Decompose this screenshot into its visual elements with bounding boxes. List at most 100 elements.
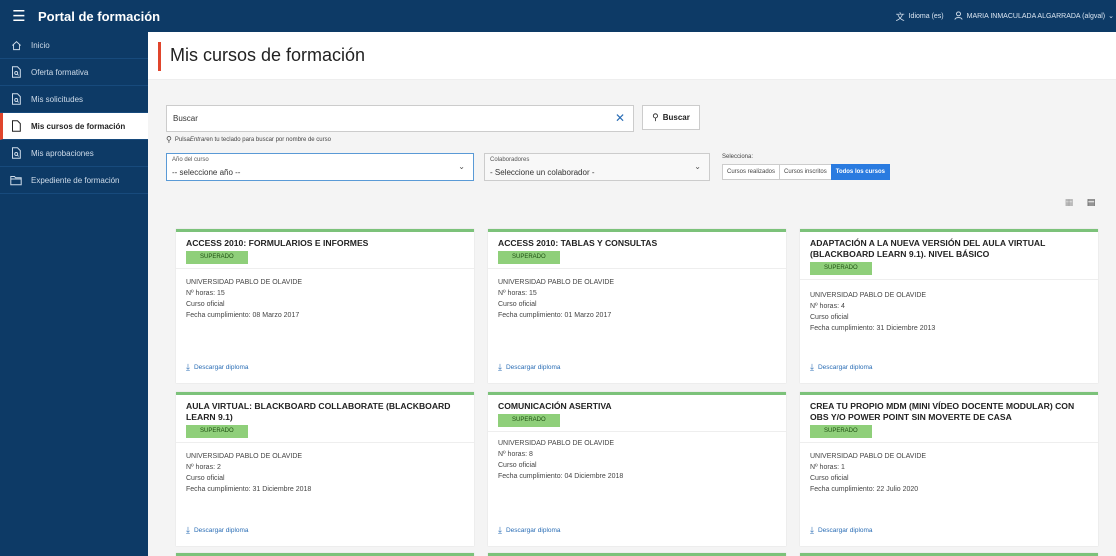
course-type: Curso oficial [810, 314, 849, 321]
download-icon: ⤓ [810, 362, 814, 372]
year-select-label: Año del curso [172, 157, 209, 163]
sidebar-item-label: Mis solicitudes [31, 94, 84, 104]
course-date: Fecha cumplimiento: 08 Marzo 2017 [186, 312, 300, 319]
collaborator-select-label: Colaboradores [490, 157, 530, 163]
course-type: Curso oficial [810, 475, 849, 482]
course-hours: Nº horas: 15 [498, 290, 537, 297]
user-menu[interactable]: MARIA INMACULADA ALGARRADA (algval) ⌄ [954, 10, 1114, 22]
language-label: Idioma (es) [908, 12, 944, 20]
hamburger-menu-icon[interactable]: ☰ [0, 0, 38, 32]
table-view-icon[interactable]: ▤ [1080, 192, 1102, 214]
course-date: Fecha cumplimiento: 31 Diciembre 2018 [186, 486, 312, 493]
status-badge: SUPERADO [186, 251, 248, 264]
course-details: UNIVERSIDAD PABLO DE OLAVIDE Nº horas: 4… [810, 290, 935, 334]
course-filter-segmented: Cursos realizados Cursos inscritos Todos… [722, 164, 890, 180]
clear-search-icon[interactable]: ✕ [615, 111, 625, 125]
status-badge: SUPERADO [186, 425, 248, 438]
card-divider [488, 268, 786, 269]
sidebar-item-label: Inicio [31, 40, 50, 50]
download-diploma-link[interactable]: ⤓ Descargar diploma [498, 362, 561, 373]
download-diploma-link[interactable]: ⤓ Descargar diploma [186, 362, 249, 373]
download-diploma-link[interactable]: ⤓ Descargar diploma [498, 525, 561, 536]
sidebar-item-label: Oferta formativa [31, 67, 89, 77]
course-title[interactable]: ADAPTACIÓN A LA NUEVA VERSIÓN DEL AULA V… [810, 238, 1088, 260]
card-divider [800, 442, 1098, 443]
course-title[interactable]: AULA VIRTUAL: BLACKBOARD COLLABORATE (BL… [186, 401, 464, 423]
card-divider [800, 279, 1098, 280]
download-diploma-label: Descargar diploma [193, 527, 249, 534]
course-title[interactable]: ACCESS 2010: FORMULARIOS E INFORMES [186, 238, 464, 249]
course-university: UNIVERSIDAD PABLO DE OLAVIDE [498, 279, 615, 286]
search-field[interactable]: ✕ [166, 105, 634, 132]
sidebar-item-oferta-formativa[interactable]: Oferta formativa [0, 59, 148, 86]
collaborator-select[interactable]: Colaboradores - Seleccione un colaborado… [484, 153, 710, 181]
course-university: UNIVERSIDAD PABLO DE OLAVIDE [810, 292, 927, 299]
sidebar-item-label: Mis aprobaciones [31, 148, 94, 158]
course-title[interactable]: COMUNICACIÓN ASERTIVA [498, 401, 776, 412]
download-diploma-label: Descargar diploma [817, 527, 873, 534]
course-card: ACCESS 2010: FORMULARIOS E INFORMES SUPE… [176, 229, 474, 383]
content-area: ✕ ⚲ Buscar ⚲ Pulsa Entrar en tu teclado … [148, 80, 1116, 556]
course-type: Curso oficial [498, 462, 537, 469]
user-icon [954, 10, 963, 22]
course-hours: Nº horas: 15 [186, 290, 225, 297]
course-hours: Nº horas: 2 [186, 464, 221, 471]
search-hint-suffix: en tu teclado para buscar por nombre de … [206, 136, 331, 143]
course-hours: Nº horas: 8 [498, 451, 533, 458]
download-icon: ⤓ [186, 525, 190, 535]
document-search-icon [10, 93, 22, 105]
course-title[interactable]: CREA TU PROPIO MDM (MINI VÍDEO DOCENTE M… [810, 401, 1088, 423]
course-university: UNIVERSIDAD PABLO DE OLAVIDE [186, 279, 303, 286]
segment-cursos-realizados[interactable]: Cursos realizados [722, 164, 781, 180]
search-input[interactable] [167, 106, 607, 131]
search-button[interactable]: ⚲ Buscar [642, 105, 700, 130]
course-date: Fecha cumplimiento: 22 Julio 2020 [810, 486, 919, 493]
sidebar-item-expediente[interactable]: Expediente de formación [0, 167, 148, 194]
document-search-icon [10, 66, 22, 78]
sidebar-item-mis-aprobaciones[interactable]: Mis aprobaciones [0, 140, 148, 167]
segment-todos-los-cursos[interactable]: Todos los cursos [830, 164, 890, 180]
download-diploma-link[interactable]: ⤓ Descargar diploma [810, 525, 873, 536]
course-details: UNIVERSIDAD PABLO DE OLAVIDE Nº horas: 1… [810, 451, 926, 495]
card-divider [176, 442, 474, 443]
grid-view-icon[interactable]: ▦ [1058, 192, 1080, 214]
download-diploma-label: Descargar diploma [817, 364, 873, 371]
chevron-down-icon: ⌄ [1108, 13, 1114, 20]
year-select-value: -- seleccione año -- [172, 168, 241, 177]
course-title[interactable]: ACCESS 2010: TABLAS Y CONSULTAS [498, 238, 776, 249]
sidebar-item-inicio[interactable]: Inicio [0, 32, 148, 59]
course-card: COMUNICACIÓN ASERTIVA SUPERADO UNIVERSID… [488, 392, 786, 546]
sidebar-item-mis-solicitudes[interactable]: Mis solicitudes [0, 86, 148, 113]
download-diploma-label: Descargar diploma [505, 364, 561, 371]
title-accent-bar [158, 42, 161, 71]
card-divider [488, 431, 786, 432]
course-card: AULA VIRTUAL: BLACKBOARD COLLABORATE (BL… [176, 392, 474, 546]
download-diploma-label: Descargar diploma [193, 364, 249, 371]
sidebar-item-mis-cursos[interactable]: Mis cursos de formación [0, 113, 148, 140]
translate-icon: 文 [895, 11, 905, 22]
download-diploma-link[interactable]: ⤓ Descargar diploma [186, 525, 249, 536]
course-card: ACCESS 2010: TABLAS Y CONSULTAS SUPERADO… [488, 229, 786, 383]
course-university: UNIVERSIDAD PABLO DE OLAVIDE [186, 453, 303, 460]
collaborator-select-value: - Seleccione un colaborador - [490, 168, 595, 177]
year-select[interactable]: Año del curso -- seleccione año -- ⌄ [166, 153, 474, 181]
status-badge: SUPERADO [498, 251, 560, 264]
download-icon: ⤓ [810, 525, 814, 535]
segment-cursos-inscritos[interactable]: Cursos inscritos [779, 164, 832, 180]
course-details: UNIVERSIDAD PABLO DE OLAVIDE Nº horas: 2… [186, 451, 311, 495]
search-hint-key: Entrar [189, 136, 207, 143]
course-type: Curso oficial [498, 301, 537, 308]
download-icon: ⤓ [498, 362, 502, 372]
course-card: ADAPTACIÓN A LA NUEVA VERSIÓN DEL AULA V… [800, 229, 1098, 383]
document-search-icon [10, 147, 22, 159]
page-header: Mis cursos de formación [148, 32, 1116, 80]
home-icon [10, 39, 22, 51]
course-card: CREA TU PROPIO MDM (MINI VÍDEO DOCENTE M… [800, 392, 1098, 546]
course-date: Fecha cumplimiento: 04 Diciembre 2018 [498, 473, 624, 480]
status-badge: SUPERADO [498, 414, 560, 427]
language-selector[interactable]: 文 Idioma (es) [896, 10, 944, 23]
app-title[interactable]: Portal de formación [38, 9, 160, 24]
course-university: UNIVERSIDAD PABLO DE OLAVIDE [498, 440, 615, 447]
course-details: UNIVERSIDAD PABLO DE OLAVIDE Nº horas: 1… [498, 277, 614, 321]
download-diploma-link[interactable]: ⤓ Descargar diploma [810, 362, 873, 373]
